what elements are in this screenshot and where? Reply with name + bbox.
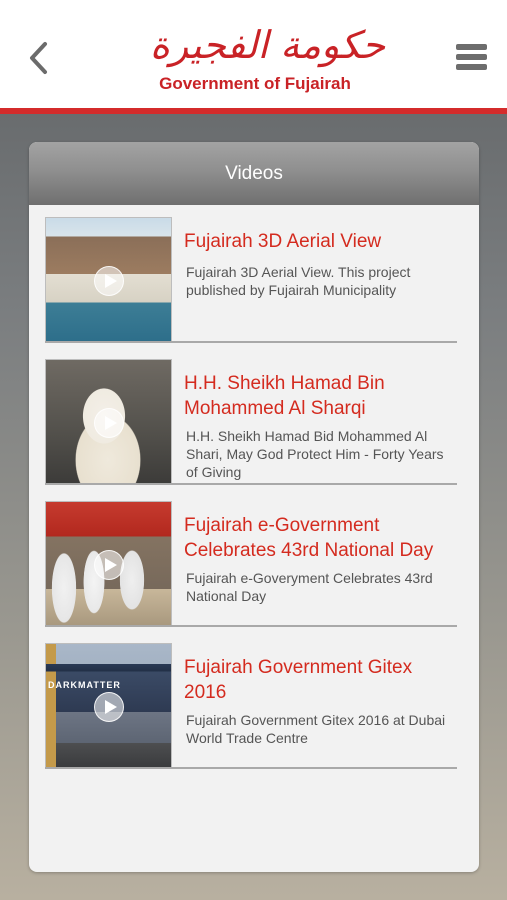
logo-arabic-text: حكومة الفجيرة: [150, 23, 386, 67]
header-divider: [0, 108, 507, 114]
play-icon: [94, 550, 124, 580]
video-thumbnail: DARKMATTER: [45, 643, 172, 769]
logo-english-text: Government of Fujairah: [159, 74, 351, 93]
item-divider: [45, 625, 457, 627]
government-logo: حكومة الفجيرة Government of Fujairah: [150, 18, 386, 100]
video-title: Fujairah e-Government Celebrates 43rd Na…: [184, 515, 434, 561]
video-item[interactable]: Fujairah 3D Aerial View Fujairah 3D Aeri…: [45, 205, 457, 343]
play-icon: [94, 266, 124, 296]
item-divider: [45, 483, 457, 485]
menu-button[interactable]: [454, 41, 490, 73]
video-item[interactable]: H.H. Sheikh Hamad Bin Mohammed Al Sharqi…: [45, 347, 457, 485]
back-button[interactable]: [22, 38, 54, 78]
video-thumbnail: [45, 501, 172, 627]
app-header: حكومة الفجيرة Government of Fujairah: [0, 0, 507, 108]
video-item[interactable]: Fujairah e-Government Celebrates 43rd Na…: [45, 489, 457, 627]
video-title: Fujairah 3D Aerial View: [184, 231, 382, 252]
video-description: Fujairah 3D Aerial View. This project pu…: [186, 264, 411, 298]
play-icon: [94, 692, 124, 722]
thumbnail-sign-text: DARKMATTER: [48, 680, 121, 690]
video-description: H.H. Sheikh Hamad Bid Mohammed Al Shari,…: [186, 428, 444, 480]
video-thumbnail: [45, 217, 172, 343]
video-title: Fujairah Government Gitex 2016: [184, 657, 413, 703]
chevron-left-icon: [30, 42, 47, 74]
item-divider: [45, 341, 457, 343]
video-thumbnail: [45, 359, 172, 485]
video-item[interactable]: DARKMATTER Fujairah Government Gitex 201…: [45, 631, 457, 769]
videos-panel: Videos Fujairah 3D Aerial View Fujairah …: [29, 142, 479, 872]
video-title: H.H. Sheikh Hamad Bin Mohammed Al Sharqi: [184, 373, 385, 419]
panel-title: Videos: [29, 142, 479, 205]
item-divider: [45, 767, 457, 769]
video-description: Fujairah e-Goveryment Celebrates 43rd Na…: [186, 570, 433, 604]
play-icon: [94, 408, 124, 438]
video-description: Fujairah Government Gitex 2016 at Dubai …: [186, 712, 446, 746]
